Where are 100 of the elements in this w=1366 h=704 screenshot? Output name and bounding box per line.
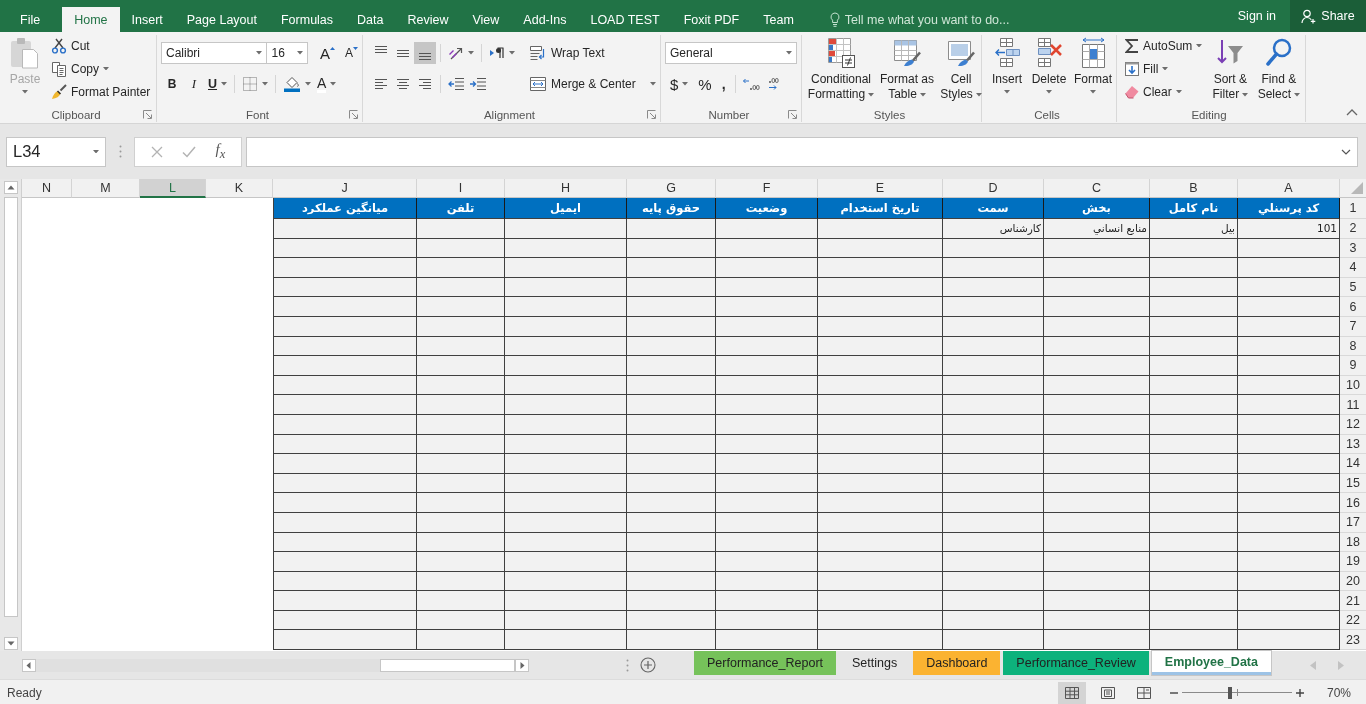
table-cell[interactable]	[1044, 414, 1150, 435]
table-cell[interactable]	[505, 630, 627, 651]
table-cell[interactable]	[417, 258, 505, 278]
table-cell[interactable]	[1150, 454, 1238, 474]
table-header-cell[interactable]: تلفن	[417, 198, 505, 219]
table-cell[interactable]	[943, 375, 1044, 396]
table-cell[interactable]	[943, 610, 1044, 631]
table-cell[interactable]	[627, 434, 716, 455]
column-header[interactable]: C	[1044, 179, 1150, 198]
column-header[interactable]: F	[716, 179, 818, 198]
dialog-launcher-icon[interactable]	[788, 110, 797, 119]
table-cell[interactable]	[627, 532, 716, 553]
column-header[interactable]: H	[505, 179, 627, 198]
table-cell[interactable]	[627, 630, 716, 651]
table-cell[interactable]	[505, 336, 627, 357]
autosum-button[interactable]: AutoSum	[1122, 34, 1206, 57]
ribbon-tab[interactable]: Formulas	[268, 7, 346, 32]
column-header[interactable]: B	[1150, 179, 1238, 198]
table-cell[interactable]	[818, 571, 943, 592]
table-cell[interactable]	[1150, 571, 1238, 592]
table-cell[interactable]	[1044, 454, 1150, 474]
table-cell[interactable]	[716, 434, 818, 455]
table-cell[interactable]	[1150, 414, 1238, 435]
table-cell[interactable]	[505, 395, 627, 415]
ribbon-tab[interactable]: Home	[62, 7, 120, 32]
table-cell[interactable]	[943, 356, 1044, 376]
column-header[interactable]: L	[140, 179, 206, 198]
sheet-tab[interactable]: Settings	[839, 651, 911, 675]
share-button[interactable]: Share	[1290, 0, 1366, 32]
table-cell[interactable]	[1044, 316, 1150, 337]
table-cell[interactable]	[716, 336, 818, 357]
table-cell[interactable]	[1044, 512, 1150, 533]
name-box[interactable]: L34	[6, 136, 106, 167]
table-cell[interactable]	[505, 493, 627, 513]
scroll-right-icon[interactable]	[515, 658, 529, 672]
table-cell[interactable]	[505, 375, 627, 396]
table-cell[interactable]	[1150, 395, 1238, 415]
scroll-up-icon[interactable]	[3, 181, 18, 194]
row-header[interactable]: 21	[1340, 591, 1366, 611]
table-cell[interactable]	[273, 395, 417, 415]
table-cell[interactable]	[1238, 238, 1340, 259]
table-cell[interactable]	[1044, 434, 1150, 455]
table-cell[interactable]	[627, 277, 716, 298]
row-header[interactable]: 13	[1340, 434, 1366, 455]
row-header[interactable]: 18	[1340, 532, 1366, 553]
column-header[interactable]: D	[943, 179, 1044, 198]
row-header[interactable]: 8	[1340, 336, 1366, 357]
table-cell[interactable]	[627, 297, 716, 317]
ribbon-tab[interactable]: Team	[751, 7, 806, 32]
table-cell[interactable]	[943, 454, 1044, 474]
formula-field[interactable]	[246, 136, 1358, 167]
table-cell[interactable]	[1238, 552, 1340, 572]
table-cell[interactable]	[627, 610, 716, 631]
table-cell[interactable]	[505, 434, 627, 455]
copy-button[interactable]: Copy	[48, 57, 154, 80]
table-cell[interactable]	[716, 493, 818, 513]
row-header[interactable]: 6	[1340, 297, 1366, 317]
table-cell[interactable]	[1150, 316, 1238, 337]
table-cell[interactable]	[627, 493, 716, 513]
table-header-cell[interactable]: کد پرسنلي	[1238, 198, 1340, 219]
table-cell[interactable]	[943, 512, 1044, 533]
table-cell[interactable]	[1238, 316, 1340, 337]
table-cell[interactable]	[273, 434, 417, 455]
table-cell[interactable]	[716, 630, 818, 651]
table-cell[interactable]	[716, 356, 818, 376]
row-header[interactable]: 17	[1340, 512, 1366, 533]
table-cell[interactable]	[273, 336, 417, 357]
italic-button[interactable]: I	[183, 73, 205, 95]
table-cell[interactable]	[627, 552, 716, 572]
table-cell[interactable]	[818, 238, 943, 259]
table-cell[interactable]	[505, 571, 627, 592]
table-cell[interactable]	[1238, 532, 1340, 553]
row-header[interactable]: 4	[1340, 258, 1366, 278]
table-cell[interactable]	[273, 277, 417, 298]
table-cell[interactable]	[1150, 552, 1238, 572]
table-cell[interactable]	[273, 473, 417, 494]
table-cell[interactable]	[1150, 375, 1238, 396]
grip-icon[interactable]	[119, 145, 122, 158]
ribbon-tab[interactable]: Add-Ins	[511, 7, 579, 32]
table-cell[interactable]	[627, 591, 716, 611]
table-cell[interactable]	[1238, 375, 1340, 396]
table-cell[interactable]	[273, 591, 417, 611]
table-cell[interactable]	[943, 571, 1044, 592]
cut-button[interactable]: Cut	[48, 34, 154, 57]
sort-filter-button[interactable]: Sort & Filter	[1208, 35, 1253, 107]
table-cell[interactable]	[1238, 571, 1340, 592]
format-as-table-button[interactable]: Format as Table	[878, 35, 936, 107]
scrollbar-thumb[interactable]	[3, 197, 18, 617]
table-cell[interactable]	[1238, 493, 1340, 513]
table-cell[interactable]	[627, 571, 716, 592]
table-cell[interactable]	[943, 493, 1044, 513]
conditional-formatting-button[interactable]: Conditional Formatting	[806, 35, 876, 107]
check-icon[interactable]	[182, 145, 197, 158]
sheet-tab[interactable]: Employee_Data	[1151, 651, 1271, 675]
table-header-cell[interactable]: بخش	[1044, 198, 1150, 219]
table-cell[interactable]	[417, 238, 505, 259]
table-cell[interactable]	[1238, 356, 1340, 376]
table-cell[interactable]	[1238, 610, 1340, 631]
table-cell[interactable]	[417, 434, 505, 455]
table-cell[interactable]	[716, 552, 818, 572]
